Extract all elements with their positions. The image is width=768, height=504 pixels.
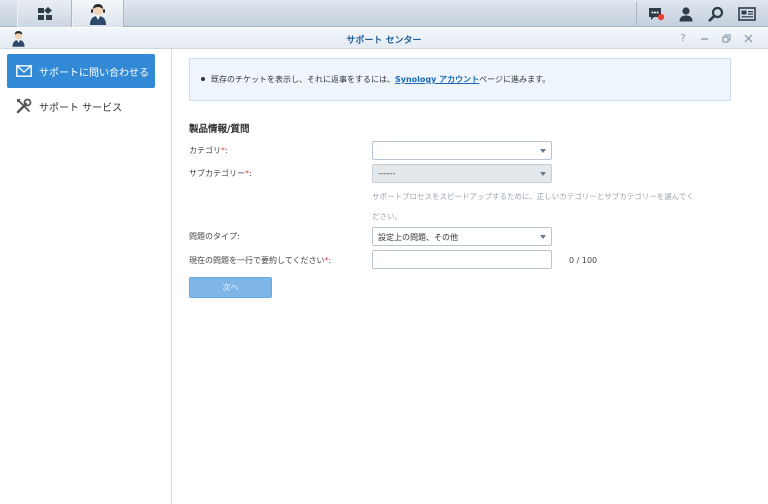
restore-button[interactable] — [719, 31, 733, 45]
notice-text-before: 既存のチケットを表示し、それに返事をするには、 — [211, 75, 395, 84]
sidebar: サポートに問い合わせる サポート サービス — [0, 49, 172, 504]
chevron-down-icon — [540, 149, 546, 153]
character-counter: 0 / 100 — [569, 256, 598, 265]
next-button[interactable]: 次へ — [189, 277, 272, 298]
sidebar-item-label: サポート サービス — [39, 102, 123, 114]
sidebar-item-support-services[interactable]: サポート サービス — [7, 89, 155, 123]
restore-icon — [721, 33, 731, 43]
subcategory-label: サブカテゴリー*: — [189, 169, 252, 178]
mail-icon — [15, 64, 33, 78]
window-titlebar[interactable]: サポート センター ? — [0, 28, 768, 49]
issue-type-select[interactable]: 設定上の問題、その他 — [372, 227, 552, 246]
subcategory-hint: サポートプロセスをスピードアップするために、正しいカテゴリーとサブカテゴリーを選… — [372, 192, 694, 221]
synology-account-link[interactable]: Synology アカウント — [395, 75, 479, 84]
close-icon — [744, 34, 752, 42]
user-icon — [679, 6, 693, 21]
grid-icon — [37, 6, 52, 20]
close-button[interactable] — [741, 31, 755, 45]
chevron-down-icon — [540, 235, 546, 239]
support-center-taskbar-button[interactable] — [72, 0, 124, 27]
minimize-button[interactable] — [697, 31, 711, 45]
info-notice: 既存のチケットを表示し、それに返事をするには、Synology アカウントページ… — [189, 58, 731, 101]
sidebar-item-label: サポートに問い合わせる — [39, 67, 149, 79]
minimize-icon — [700, 37, 708, 40]
search-button[interactable] — [701, 0, 731, 27]
widgets-button[interactable] — [732, 0, 762, 27]
category-select[interactable] — [372, 141, 552, 160]
subcategory-value: ------ — [378, 169, 396, 178]
issue-type-label: 問題のタイプ: — [189, 232, 240, 241]
section-title: 製品情報/質問 — [189, 124, 250, 135]
help-button[interactable]: ? — [676, 31, 690, 45]
widgets-icon — [738, 6, 756, 21]
issue-type-value: 設定上の問題、その他 — [378, 233, 458, 242]
search-icon — [708, 6, 724, 22]
chevron-down-icon — [540, 172, 546, 176]
subcategory-select[interactable]: ------ — [372, 164, 552, 183]
window-title: サポート センター — [346, 36, 422, 46]
main-menu-button[interactable] — [17, 0, 72, 27]
summary-label: 現在の問題を一行で要約してください*: — [189, 256, 332, 265]
sidebar-item-contact-support[interactable]: サポートに問い合わせる — [7, 54, 155, 88]
taskbar — [0, 0, 768, 27]
taskbar-separator — [636, 2, 637, 25]
bullet-icon — [201, 76, 205, 81]
notice-text-after: ページに進みます。 — [479, 75, 551, 84]
user-options-button[interactable] — [671, 0, 701, 27]
chat-notification-icon — [649, 7, 665, 20]
summary-input[interactable] — [372, 250, 552, 269]
category-label: カテゴリ*: — [189, 146, 228, 155]
support-agent-icon — [90, 3, 106, 25]
notifications-button[interactable] — [641, 0, 671, 27]
help-icon: ? — [680, 32, 686, 44]
tools-icon — [15, 98, 33, 114]
